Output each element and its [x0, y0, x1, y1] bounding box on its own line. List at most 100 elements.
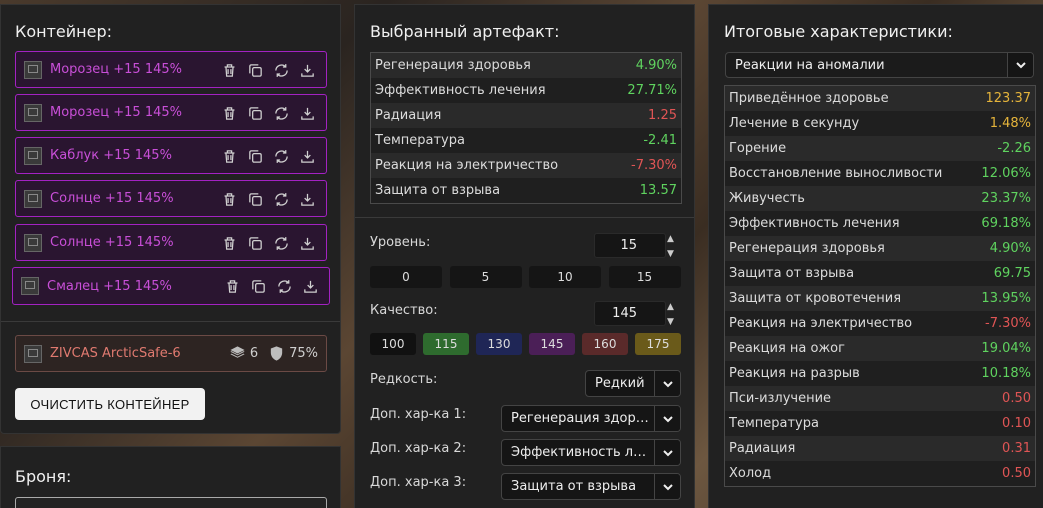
quality-preset-button[interactable]: 145: [529, 333, 575, 355]
trash-icon[interactable]: [220, 61, 238, 79]
refresh-icon[interactable]: [272, 190, 290, 208]
quality-preset-button[interactable]: 100: [370, 333, 416, 355]
quality-preset-button[interactable]: 175: [635, 333, 681, 355]
spin-down-icon[interactable]: ▼: [667, 317, 677, 327]
download-icon[interactable]: [298, 234, 316, 252]
extra-stat-select[interactable]: Защита от взрыва: [501, 473, 681, 500]
artifact-row[interactable]: Каблук +15 145%: [15, 137, 327, 174]
refresh-icon[interactable]: [272, 147, 290, 165]
stat-label: Радиация: [375, 108, 442, 123]
rarity-select[interactable]: Редкий: [585, 370, 681, 397]
artifact-row[interactable]: Морозец +15 145%: [15, 51, 327, 88]
spin-up-icon[interactable]: ▲: [667, 234, 677, 244]
container-item[interactable]: ZIVCAS ArcticSafe-6 6 75%: [15, 335, 327, 372]
final-stats-table: Приведённое здоровье 123.37 Лечение в секу…: [724, 85, 1036, 487]
stat-value: 13.57: [639, 183, 677, 198]
level-preset-button[interactable]: 10: [529, 266, 601, 288]
chevron-down-icon[interactable]: [654, 440, 680, 465]
level-preset-button[interactable]: 0: [370, 266, 442, 288]
stat-label: Холод: [729, 466, 772, 481]
download-icon[interactable]: [298, 104, 316, 122]
stat-value: 19.04%: [981, 341, 1031, 356]
spin-up-icon[interactable]: ▲: [667, 302, 677, 312]
artifact-row[interactable]: Солнце +15 145%: [15, 180, 327, 217]
stat-value: 23.37%: [981, 191, 1031, 206]
rarity-label: Редкость:: [370, 372, 438, 387]
stat-value: 4.90%: [989, 241, 1031, 256]
stat-row: Температура -2.41: [371, 128, 681, 153]
stat-row: Холод 0.50: [725, 461, 1035, 486]
container-panel: Контейнер: Морозец +15 145% Морозец +15 1…: [0, 4, 341, 434]
mode-value: Реакции на аномалии: [735, 57, 885, 73]
refresh-icon[interactable]: [272, 234, 290, 252]
level-preset-button[interactable]: 15: [608, 266, 681, 288]
stat-row: Эффективность лечения 27.71%: [371, 78, 681, 103]
quality-preset-button[interactable]: 130: [476, 333, 522, 355]
level-preset-button[interactable]: 5: [449, 266, 522, 288]
stat-value: 69.75: [993, 266, 1031, 281]
quality-preset-button[interactable]: 115: [423, 333, 469, 355]
mode-select[interactable]: Реакции на аномалии: [725, 52, 1034, 78]
download-icon[interactable]: [301, 277, 319, 295]
level-input[interactable]: 15 ▲ ▼: [594, 233, 674, 259]
chevron-down-icon[interactable]: [654, 474, 680, 499]
shield-icon: [270, 346, 283, 361]
trash-icon[interactable]: [223, 277, 241, 295]
stat-label: Регенерация здоровья: [375, 58, 531, 73]
trash-icon[interactable]: [220, 104, 238, 122]
stat-row: Радиация 0.31: [725, 436, 1035, 461]
clear-container-button[interactable]: ОЧИСТИТЬ КОНТЕЙНЕР: [15, 388, 205, 420]
armor-panel: Броня:: [0, 446, 341, 508]
level-spinner[interactable]: ▲ ▼: [667, 234, 677, 259]
download-icon[interactable]: [298, 190, 316, 208]
copy-icon[interactable]: [249, 277, 267, 295]
copy-icon[interactable]: [246, 104, 264, 122]
quality-preset-button[interactable]: 160: [582, 333, 628, 355]
artifact-actions: [220, 234, 316, 252]
trash-icon[interactable]: [220, 147, 238, 165]
extra-stat-select[interactable]: Регенерация здоровья: [501, 405, 681, 432]
stat-label: Пси-излучение: [729, 391, 832, 406]
copy-icon[interactable]: [246, 190, 264, 208]
stat-value: 123.37: [985, 91, 1032, 106]
quality-input[interactable]: 145 ▲ ▼: [594, 301, 674, 327]
artifact-row[interactable]: Морозец +15 145%: [15, 94, 327, 131]
stat-value: -7.30%: [985, 316, 1031, 331]
artifact-row[interactable]: Смалец +15 145%: [12, 267, 330, 305]
artifact-name: Солнце +15 145%: [50, 191, 174, 206]
refresh-icon[interactable]: [272, 61, 290, 79]
download-icon[interactable]: [298, 147, 316, 165]
stat-row: Защита от взрыва 69.75: [725, 261, 1035, 286]
artifact-row[interactable]: Солнце +15 145%: [15, 224, 327, 261]
final-title: Итоговые характеристики:: [724, 22, 953, 41]
stat-label: Реакция на разрыв: [729, 366, 860, 381]
extra-stat-label: Доп. хар-ка 1:: [370, 407, 467, 422]
artifact-name: Морозец +15 145%: [50, 105, 182, 120]
stat-value: 27.71%: [627, 83, 677, 98]
stat-row: Восстановление выносливости 12.06%: [725, 161, 1035, 186]
chevron-down-icon[interactable]: [654, 406, 680, 431]
stat-row: Живучесть 23.37%: [725, 186, 1035, 211]
extra-stat-select[interactable]: Эффективность лечения: [501, 439, 681, 466]
spin-down-icon[interactable]: ▼: [667, 249, 677, 259]
stat-label: Эффективность лечения: [375, 83, 546, 98]
copy-icon[interactable]: [246, 147, 264, 165]
chevron-down-icon[interactable]: [1007, 53, 1033, 77]
divider: [1, 321, 340, 322]
trash-icon[interactable]: [220, 190, 238, 208]
chevron-down-icon[interactable]: [654, 371, 680, 396]
stat-label: Реакция на электричество: [375, 158, 559, 173]
stat-value: 1.25: [648, 108, 677, 123]
artifact-name: Смалец +15 145%: [47, 278, 172, 294]
download-icon[interactable]: [298, 61, 316, 79]
copy-icon[interactable]: [246, 61, 264, 79]
copy-icon[interactable]: [246, 234, 264, 252]
refresh-icon[interactable]: [275, 277, 293, 295]
quality-label: Качество:: [370, 303, 438, 318]
trash-icon[interactable]: [220, 234, 238, 252]
armor-select[interactable]: [15, 497, 327, 508]
armor-title: Броня:: [15, 467, 72, 486]
quality-spinner[interactable]: ▲ ▼: [667, 302, 677, 327]
stat-value: 69.18%: [981, 216, 1031, 231]
refresh-icon[interactable]: [272, 104, 290, 122]
